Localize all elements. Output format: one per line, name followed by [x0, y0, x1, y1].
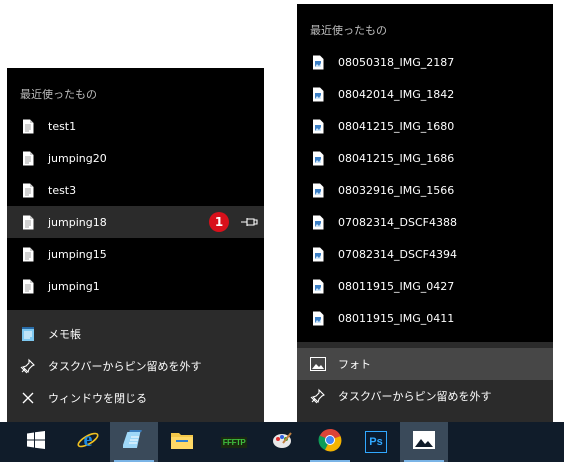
photos-jumplist: 最近使ったもの 08050318_IMG_2187 08042014_IMG_1… [297, 4, 553, 422]
file-explorer-icon [170, 430, 194, 454]
unpin-task[interactable]: タスクバーからピン留めを外す [297, 380, 553, 412]
ps-label: Ps [369, 436, 383, 448]
open-notepad-task[interactable]: メモ帳 [7, 318, 264, 350]
taskbar: e FFFTP Ps [0, 422, 564, 462]
recent-item[interactable]: test1 [7, 110, 264, 142]
svg-text:e: e [84, 429, 93, 451]
notepad-icon [121, 429, 145, 455]
image-file-icon [310, 246, 326, 262]
unpin-task[interactable]: タスクバーからピン留めを外す [7, 350, 264, 382]
recent-item[interactable]: jumping20 [7, 142, 264, 174]
chrome-taskbar-button[interactable] [306, 422, 354, 462]
recent-item-label: jumping15 [48, 247, 107, 261]
recent-item[interactable]: 07082314_DSCF4388 [297, 206, 553, 238]
recent-item-label: 08050318_IMG_2187 [338, 55, 455, 69]
start-icon [27, 431, 45, 453]
task-label: フォト [338, 358, 371, 371]
recent-item[interactable]: 08041215_IMG_1686 [297, 142, 553, 174]
chrome-icon [318, 428, 342, 456]
task-label: タスクバーからピン留めを外す [48, 360, 202, 373]
photoshop-icon: Ps [365, 431, 387, 453]
image-file-icon [310, 278, 326, 294]
ftp-label: FFFTP [220, 436, 248, 448]
recent-item-label: 08041215_IMG_1686 [338, 151, 455, 165]
recent-item[interactable]: jumping15 [7, 238, 264, 270]
photoshop-taskbar-button[interactable]: Ps [352, 422, 400, 462]
recent-item[interactable]: 08011915_IMG_0411 [297, 302, 553, 334]
recent-item[interactable]: 08050318_IMG_2187 [297, 46, 553, 78]
recent-item-label: 08042014_IMG_1842 [338, 87, 455, 101]
tasks-section: メモ帳 タスクバーからピン留めを外す ウィンドウを閉じる [7, 310, 264, 422]
ftp-icon: FFFTP [220, 436, 248, 448]
recent-item[interactable]: 08041215_IMG_1680 [297, 110, 553, 142]
recent-item[interactable]: 07082314_DSCF4394 [297, 238, 553, 270]
notepad-icon [20, 326, 36, 342]
recent-item-label: test1 [48, 119, 77, 133]
task-label: ウィンドウを閉じる [48, 392, 147, 405]
notepad-jumplist: 最近使ったもの test1 jumping20 test3 jumping18 … [7, 68, 264, 422]
recent-header: 最近使ったもの [310, 24, 387, 37]
paint-taskbar-button[interactable] [258, 422, 306, 462]
recent-item[interactable]: test3 [7, 174, 264, 206]
recent-header: 最近使ったもの [20, 88, 97, 101]
task-label: タスクバーからピン留めを外す [338, 390, 492, 403]
close-icon [20, 390, 36, 406]
image-file-icon [310, 182, 326, 198]
recent-item-label: test3 [48, 183, 77, 197]
task-label: メモ帳 [48, 328, 81, 341]
ftp-taskbar-button[interactable]: FFFTP [210, 422, 258, 462]
open-photos-task[interactable]: フォト [297, 348, 553, 380]
close-window-task[interactable]: ウィンドウを閉じる [7, 382, 264, 414]
callout-badge: 1 [209, 212, 229, 232]
document-icon [20, 182, 36, 198]
start-button[interactable] [12, 422, 60, 462]
recent-item[interactable]: 08042014_IMG_1842 [297, 78, 553, 110]
ie-taskbar-button[interactable]: e [64, 422, 112, 462]
image-file-icon [310, 150, 326, 166]
recent-item-label: 08011915_IMG_0427 [338, 279, 455, 293]
pin-icon[interactable] [240, 216, 258, 228]
recent-item[interactable]: 08032916_IMG_1566 [297, 174, 553, 206]
unpin-icon [20, 358, 36, 374]
document-icon [20, 118, 36, 134]
paint-icon [271, 429, 293, 455]
recent-item-label: 08032916_IMG_1566 [338, 183, 455, 197]
image-file-icon [310, 310, 326, 326]
recent-item[interactable]: jumping1 [7, 270, 264, 302]
photos-icon [412, 430, 436, 454]
recent-item-label: 08041215_IMG_1680 [338, 119, 455, 133]
recent-item-label: 07082314_DSCF4394 [338, 247, 457, 261]
unpin-icon [310, 388, 326, 404]
recent-item-label: 07082314_DSCF4388 [338, 215, 457, 229]
recent-item-label: jumping18 [48, 215, 107, 229]
image-file-icon [310, 54, 326, 70]
image-file-icon [310, 214, 326, 230]
explorer-taskbar-button[interactable] [158, 422, 206, 462]
recent-item-label: jumping20 [48, 151, 107, 165]
image-file-icon [310, 118, 326, 134]
document-icon [20, 278, 36, 294]
recent-item-label: 08011915_IMG_0411 [338, 311, 455, 325]
document-icon [20, 214, 36, 230]
document-icon [20, 246, 36, 262]
document-icon [20, 150, 36, 166]
recent-item[interactable]: jumping18 1 [7, 206, 264, 238]
photos-icon [310, 356, 326, 372]
tasks-section: フォト タスクバーからピン留めを外す [297, 342, 553, 422]
recent-item[interactable]: 08011915_IMG_0427 [297, 270, 553, 302]
notepad-taskbar-button[interactable] [110, 422, 158, 462]
photos-taskbar-button[interactable] [400, 422, 448, 462]
recent-item-label: jumping1 [48, 279, 100, 293]
internet-explorer-icon: e [76, 428, 100, 456]
image-file-icon [310, 86, 326, 102]
